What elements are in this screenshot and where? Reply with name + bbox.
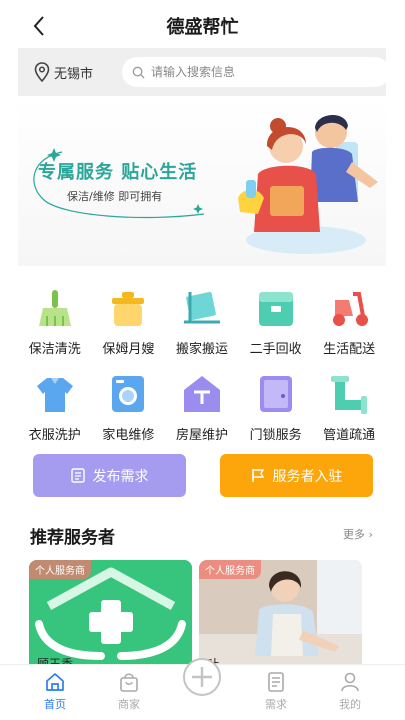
provider-card[interactable]: 个人服务商 顾王香: [29, 560, 192, 670]
search-icon: [132, 66, 145, 79]
service-house-repair[interactable]: 房屋维护: [165, 368, 239, 454]
shirt-icon: [36, 378, 73, 412]
house-icon: [183, 376, 220, 412]
service-label: 生活配送: [323, 342, 376, 357]
tab-label: 需求: [265, 698, 287, 711]
home-icon: [46, 673, 64, 691]
city-label: 无锡市: [54, 66, 94, 82]
page-title: 德盛帮忙: [166, 17, 239, 38]
service-row: 衣服洗护 家电维修 房屋维护 门锁服务 管道疏通: [18, 368, 386, 454]
service-label: 保洁清洗: [28, 342, 81, 357]
broom-icon: [38, 290, 71, 326]
box-icon: [258, 292, 293, 326]
tab-label: 商家: [118, 698, 140, 711]
section-title: 推荐服务者: [30, 528, 115, 548]
service-workers-illustration: [238, 114, 378, 254]
service-recycle[interactable]: 二手回收: [239, 282, 313, 368]
publish-request-button[interactable]: 发布需求: [33, 454, 186, 497]
service-cleaning[interactable]: 保洁清洗: [18, 282, 92, 368]
tab-requests[interactable]: 需求: [246, 671, 306, 712]
publish-request-label: 发布需求: [92, 468, 149, 485]
tab-home[interactable]: 首页: [25, 671, 85, 712]
door-icon: [259, 376, 292, 412]
tab-profile[interactable]: 我的: [320, 671, 380, 712]
flag-icon: [251, 469, 264, 482]
tab-label: 我的: [339, 698, 361, 711]
washer-icon: [112, 376, 145, 412]
provider-type-badge: 个人服务商: [29, 560, 91, 579]
scooter-icon: [333, 292, 369, 326]
shopping-bag-icon: [120, 673, 138, 692]
provider-type-badge: 个人服务商: [199, 560, 261, 579]
search-field[interactable]: [122, 57, 390, 87]
top-nav-bar: 德盛帮忙: [0, 0, 405, 50]
more-link[interactable]: 更多 ›: [343, 526, 373, 542]
service-delivery[interactable]: 生活配送: [312, 282, 386, 368]
list-document-icon: [268, 672, 284, 692]
service-label: 保姆月嫂: [102, 342, 155, 357]
service-moving[interactable]: 搬家搬运: [165, 282, 239, 368]
banner-subtitle: 保洁/维修 即可拥有: [67, 190, 163, 203]
provider-card[interactable]: 个人服务商 叶: [199, 560, 362, 670]
tab-merchant[interactable]: 商家: [99, 671, 159, 712]
service-label: 搬家搬运: [175, 342, 228, 357]
location-pin-icon: [34, 62, 50, 82]
tab-label: 首页: [44, 698, 66, 711]
service-laundry[interactable]: 衣服洗护: [18, 368, 92, 454]
service-label: 门锁服务: [249, 428, 302, 443]
service-row: 保洁清洗 保姆月嫂 搬家搬运 二手回收 生活配送: [18, 282, 386, 368]
service-pipe[interactable]: 管道疏通: [312, 368, 386, 454]
add-plus-icon[interactable]: [182, 657, 222, 697]
user-icon: [341, 672, 359, 692]
city-selector[interactable]: 无锡市: [34, 61, 93, 83]
service-label: 管道疏通: [323, 428, 376, 443]
banner-title: 专属服务 贴心生活: [38, 162, 198, 183]
cart-icon: [183, 291, 220, 324]
more-label: 更多: [343, 528, 365, 541]
service-category-grid: 保洁清洗 保姆月嫂 搬家搬运 二手回收 生活配送 衣服洗护 家电维修 房屋维护 …: [18, 282, 386, 454]
service-label: 房屋维护: [175, 428, 228, 443]
search-input[interactable]: [151, 65, 371, 79]
service-nanny[interactable]: 保姆月嫂: [92, 282, 166, 368]
provider-join-label: 服务者入驻: [272, 468, 343, 485]
service-label: 二手回收: [249, 342, 302, 357]
service-label: 衣服洗护: [28, 428, 81, 443]
pot-icon: [112, 292, 145, 326]
provider-join-button[interactable]: 服务者入驻: [220, 454, 373, 497]
chevron-right-icon: ›: [368, 528, 373, 541]
banner-swoosh-decoration: [33, 148, 205, 219]
service-lock[interactable]: 门锁服务: [239, 368, 313, 454]
search-bar: 无锡市: [18, 48, 390, 96]
service-label: 家电维修: [102, 428, 155, 443]
promo-banner[interactable]: 专属服务 贴心生活 保洁/维修 即可拥有: [18, 96, 386, 266]
document-icon: [70, 468, 85, 483]
pipe-icon: [331, 376, 368, 414]
service-appliance[interactable]: 家电维修: [92, 368, 166, 454]
bottom-tab-bar: 首页 商家 需求 我的: [0, 658, 405, 720]
